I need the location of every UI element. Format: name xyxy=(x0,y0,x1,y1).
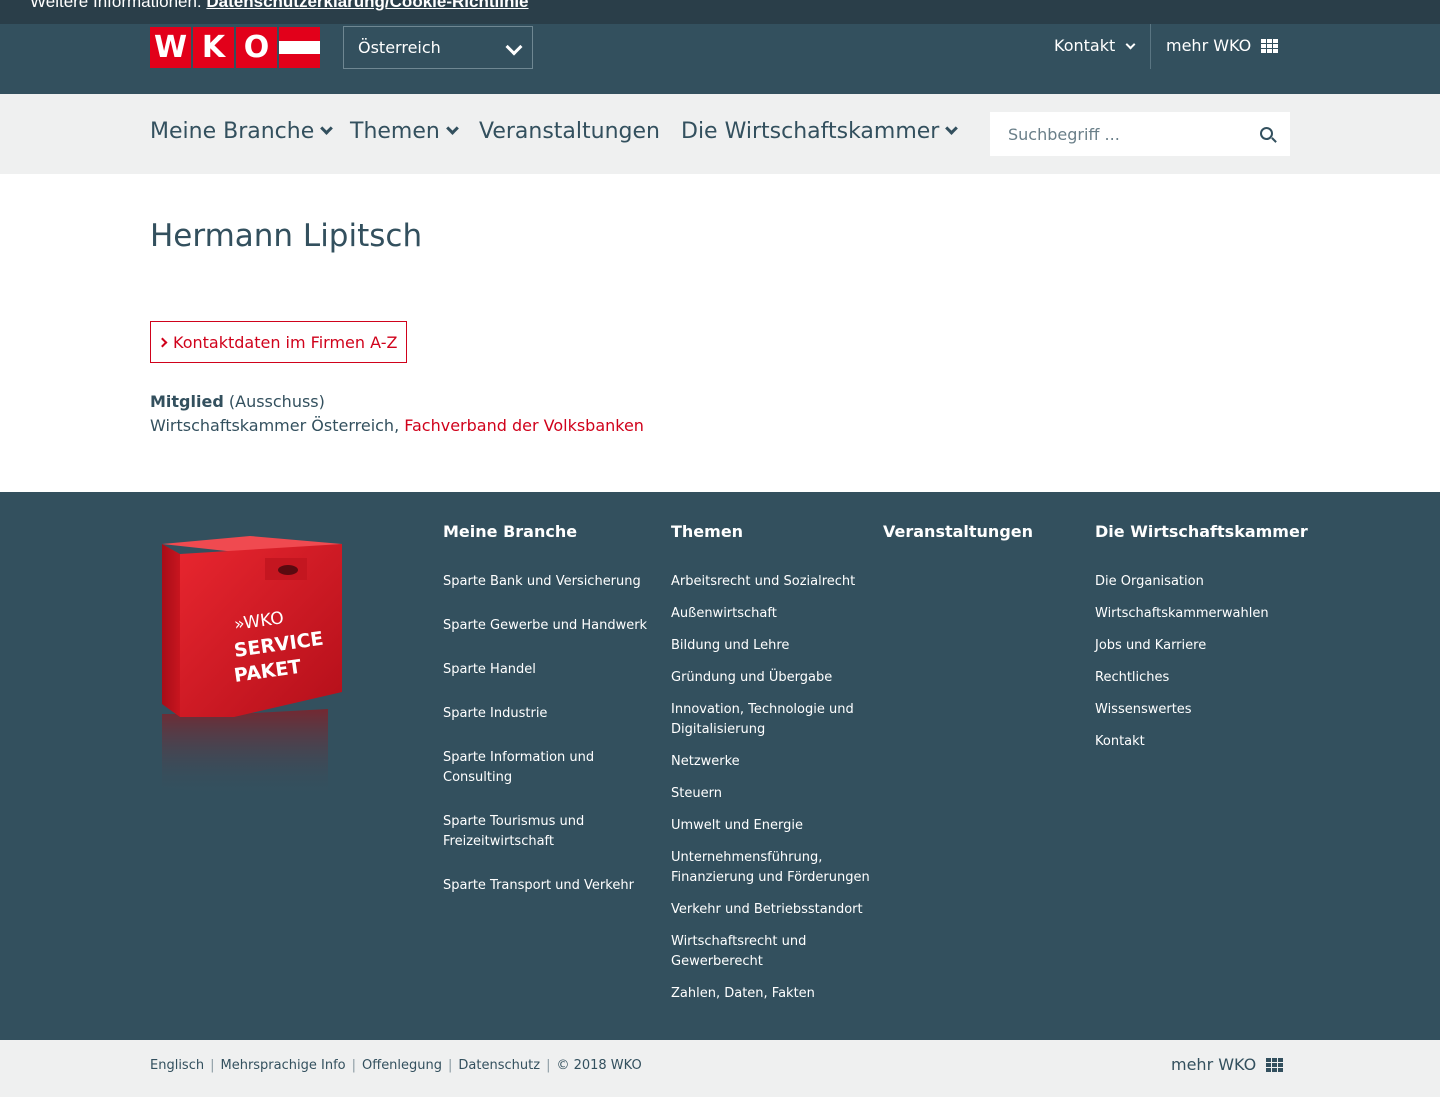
link-offenlegung[interactable]: Offenlegung xyxy=(362,1058,442,1073)
chevron-right-icon xyxy=(157,337,168,348)
footer-link[interactable]: Sparte Gewerbe und Handwerk xyxy=(443,616,653,636)
footer-link[interactable]: Steuern xyxy=(671,784,871,804)
fachverband-link[interactable]: Fachverband der Volksbanken xyxy=(404,416,644,435)
footer-link[interactable]: Gründung und Übergabe xyxy=(671,668,871,688)
page-title: Hermann Lipitsch xyxy=(150,218,423,254)
link-englisch[interactable]: Englisch xyxy=(150,1058,204,1073)
footer-link[interactable]: Netzwerke xyxy=(671,752,871,772)
company-contact-button[interactable]: Kontaktdaten im Firmen A-Z xyxy=(150,321,407,363)
footer-link[interactable]: Jobs und Karriere xyxy=(1095,636,1295,656)
footer-link[interactable]: Wirtschaftsrecht und Gewerberecht xyxy=(671,932,831,972)
footer-link[interactable]: Rechtliches xyxy=(1095,668,1295,688)
kontakt-menu[interactable]: Kontakt xyxy=(1054,36,1136,55)
footer-link[interactable]: Wissenswertes xyxy=(1095,700,1295,720)
logo-letter-k: K xyxy=(193,27,234,68)
organization-plain: Wirtschaftskammer Österreich, xyxy=(150,416,405,435)
link-mehrsprachige-info[interactable]: Mehrsprachige Info xyxy=(220,1058,345,1073)
membership-organization: Wirtschaftskammer Österreich, Fachverban… xyxy=(150,416,644,435)
role-label: Mitglied xyxy=(150,392,224,411)
chevron-down-icon xyxy=(445,122,459,135)
legal-links: Englisch | Mehrsprachige Info | Offenlegung |… xyxy=(150,1058,642,1073)
search-input[interactable] xyxy=(990,112,1250,156)
footer-link[interactable]: Sparte Bank und Versicherung xyxy=(443,572,653,592)
mehr-wko-footer-menu[interactable]: mehr WKO xyxy=(1171,1055,1284,1074)
nav-item-veranstaltungen[interactable]: Veranstaltungen xyxy=(479,119,660,144)
service-paket-box-image[interactable]: »WKO SERVICE PAKET xyxy=(150,532,350,797)
nav-item-die-wirtschaftskammer[interactable]: Die Wirtschaftskammer xyxy=(681,119,959,144)
footer-link[interactable]: Wirtschaftskammerwahlen xyxy=(1095,604,1295,624)
top-header: W K O Österreich Kontakt mehr WKO xyxy=(0,24,1440,94)
separator: | xyxy=(448,1058,453,1073)
header-divider xyxy=(1150,24,1151,69)
chevron-down-icon xyxy=(505,38,523,56)
search-box xyxy=(990,112,1290,156)
separator: | xyxy=(210,1058,215,1073)
footer-link[interactable]: Außenwirtschaft xyxy=(671,604,871,624)
footer-link[interactable]: Die Organisation xyxy=(1095,572,1295,592)
footer-link[interactable]: Umwelt und Energie xyxy=(671,816,871,836)
cookie-bar: Weitere Informationen: Datenschutzerklär… xyxy=(0,0,1440,24)
apps-grid-icon xyxy=(1266,1057,1284,1072)
footer-link[interactable]: Sparte Tourismus und Freizeitwirtschaft xyxy=(443,812,623,852)
footer-link[interactable]: Verkehr und Betriebsstandort xyxy=(671,900,871,920)
nav-item-themen[interactable]: Themen xyxy=(350,119,459,144)
nav-item-label: Veranstaltungen xyxy=(479,119,660,144)
footer-heading-veranstaltungen[interactable]: Veranstaltungen xyxy=(883,522,1033,541)
mehr-wko-label: mehr WKO xyxy=(1166,36,1252,55)
footer-link[interactable]: Bildung und Lehre xyxy=(671,636,871,656)
footer-heading-meine-branche[interactable]: Meine Branche xyxy=(443,522,577,541)
chevron-down-icon xyxy=(945,122,959,135)
nav-item-label: Themen xyxy=(350,119,440,144)
membership-role: Mitglied (Ausschuss) xyxy=(150,392,325,411)
footer-heading-themen[interactable]: Themen xyxy=(671,522,743,541)
separator: | xyxy=(546,1058,551,1073)
separator: | xyxy=(351,1058,356,1073)
search-icon[interactable] xyxy=(1260,127,1273,140)
footer-link[interactable]: Innovation, Technologie und Digitalisier… xyxy=(671,700,861,740)
region-select[interactable]: Österreich xyxy=(343,26,533,69)
kontakt-label: Kontakt xyxy=(1054,36,1116,55)
company-contact-label: Kontaktdaten im Firmen A-Z xyxy=(173,333,398,352)
chevron-down-icon xyxy=(1125,39,1136,50)
austrian-flag-icon xyxy=(279,27,320,68)
footer-link[interactable]: Sparte Handel xyxy=(443,660,653,680)
logo-letter-o: O xyxy=(236,27,277,68)
cookie-notice-text: Weitere Informationen: Datenschutzerklär… xyxy=(30,0,529,12)
link-datenschutz[interactable]: Datenschutz xyxy=(458,1058,540,1073)
footer-heading-die-wirtschaftskammer[interactable]: Die Wirtschaftskammer xyxy=(1095,522,1308,541)
nav-item-label: Meine Branche xyxy=(150,119,315,144)
role-detail: (Ausschuss) xyxy=(228,392,325,411)
apps-grid-icon xyxy=(1261,38,1279,53)
chevron-down-icon xyxy=(320,122,334,135)
footer-link[interactable]: Sparte Industrie xyxy=(443,704,653,724)
footer-link[interactable]: Zahlen, Daten, Fakten xyxy=(671,984,871,1004)
nav-item-meine-branche[interactable]: Meine Branche xyxy=(150,119,334,144)
cookie-notice-prefix: Weitere Informationen: xyxy=(30,0,207,11)
footer: »WKO SERVICE PAKET Meine Branche Sparte … xyxy=(0,492,1440,1040)
footer-link[interactable]: Unternehmensführung, Finanzierung und Fö… xyxy=(671,848,871,888)
mehr-wko-label: mehr WKO xyxy=(1171,1055,1257,1074)
privacy-policy-link[interactable]: Datenschutzerklärung/Cookie-Richtlinie xyxy=(206,0,528,11)
mehr-wko-menu[interactable]: mehr WKO xyxy=(1166,36,1279,55)
region-select-value: Österreich xyxy=(358,38,441,57)
wko-logo[interactable]: W K O xyxy=(150,27,320,68)
main-navigation: Meine Branche Themen Veranstaltungen Die… xyxy=(0,94,1440,174)
bottom-bar: Englisch | Mehrsprachige Info | Offenlegung |… xyxy=(0,1040,1440,1097)
footer-link[interactable]: Arbeitsrecht und Sozialrecht xyxy=(671,572,871,592)
footer-link[interactable]: Kontakt xyxy=(1095,732,1295,752)
nav-item-label: Die Wirtschaftskammer xyxy=(681,119,940,144)
copyright: © 2018 WKO xyxy=(556,1058,642,1073)
footer-link[interactable]: Sparte Transport und Verkehr xyxy=(443,876,653,896)
footer-link[interactable]: Sparte Information und Consulting xyxy=(443,748,633,788)
logo-letter-w: W xyxy=(150,27,191,68)
